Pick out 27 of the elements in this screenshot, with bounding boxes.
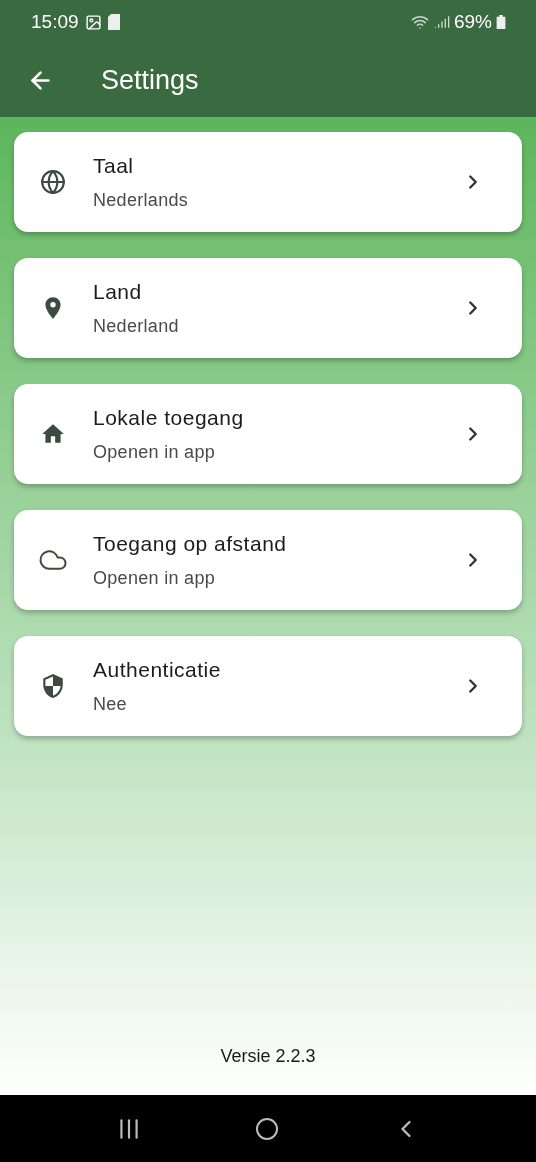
setting-title: Land (93, 278, 143, 305)
settings-card[interactable]: Toegang op afstand Openen in app (14, 510, 522, 610)
shield-icon (40, 673, 66, 699)
battery-percentage: 69% (453, 9, 492, 34)
wifi-icon (409, 13, 430, 31)
setting-title: Authenticatie (93, 656, 222, 683)
status-time: 15:09 (31, 9, 79, 34)
setting-title: Toegang op afstand (93, 530, 288, 557)
home-icon[interactable] (255, 1116, 279, 1141)
battery-icon (496, 15, 506, 29)
version-text: Versie 2.2.3 (220, 1045, 316, 1068)
image-icon (84, 13, 102, 31)
globe-icon (40, 169, 66, 195)
settings-card[interactable]: Lokale toegang Openen in app (14, 384, 522, 484)
setting-value: Openen in app (93, 567, 216, 591)
settings-card[interactable]: Taal Nederlands (14, 132, 522, 232)
setting-value: Nederland (93, 315, 180, 339)
sd-card-icon (107, 14, 120, 30)
setting-title: Taal (93, 152, 135, 179)
settings-card[interactable]: Authenticatie Nee (14, 636, 522, 736)
page-title: Settings (101, 64, 199, 98)
setting-value: Nederlands (93, 189, 190, 213)
signal-icon (433, 14, 450, 30)
settings-card[interactable]: Land Nederland (14, 258, 522, 358)
setting-value: Openen in app (93, 441, 216, 465)
setting-value: Nee (93, 693, 128, 717)
setting-title: Lokale toegang (93, 404, 245, 431)
